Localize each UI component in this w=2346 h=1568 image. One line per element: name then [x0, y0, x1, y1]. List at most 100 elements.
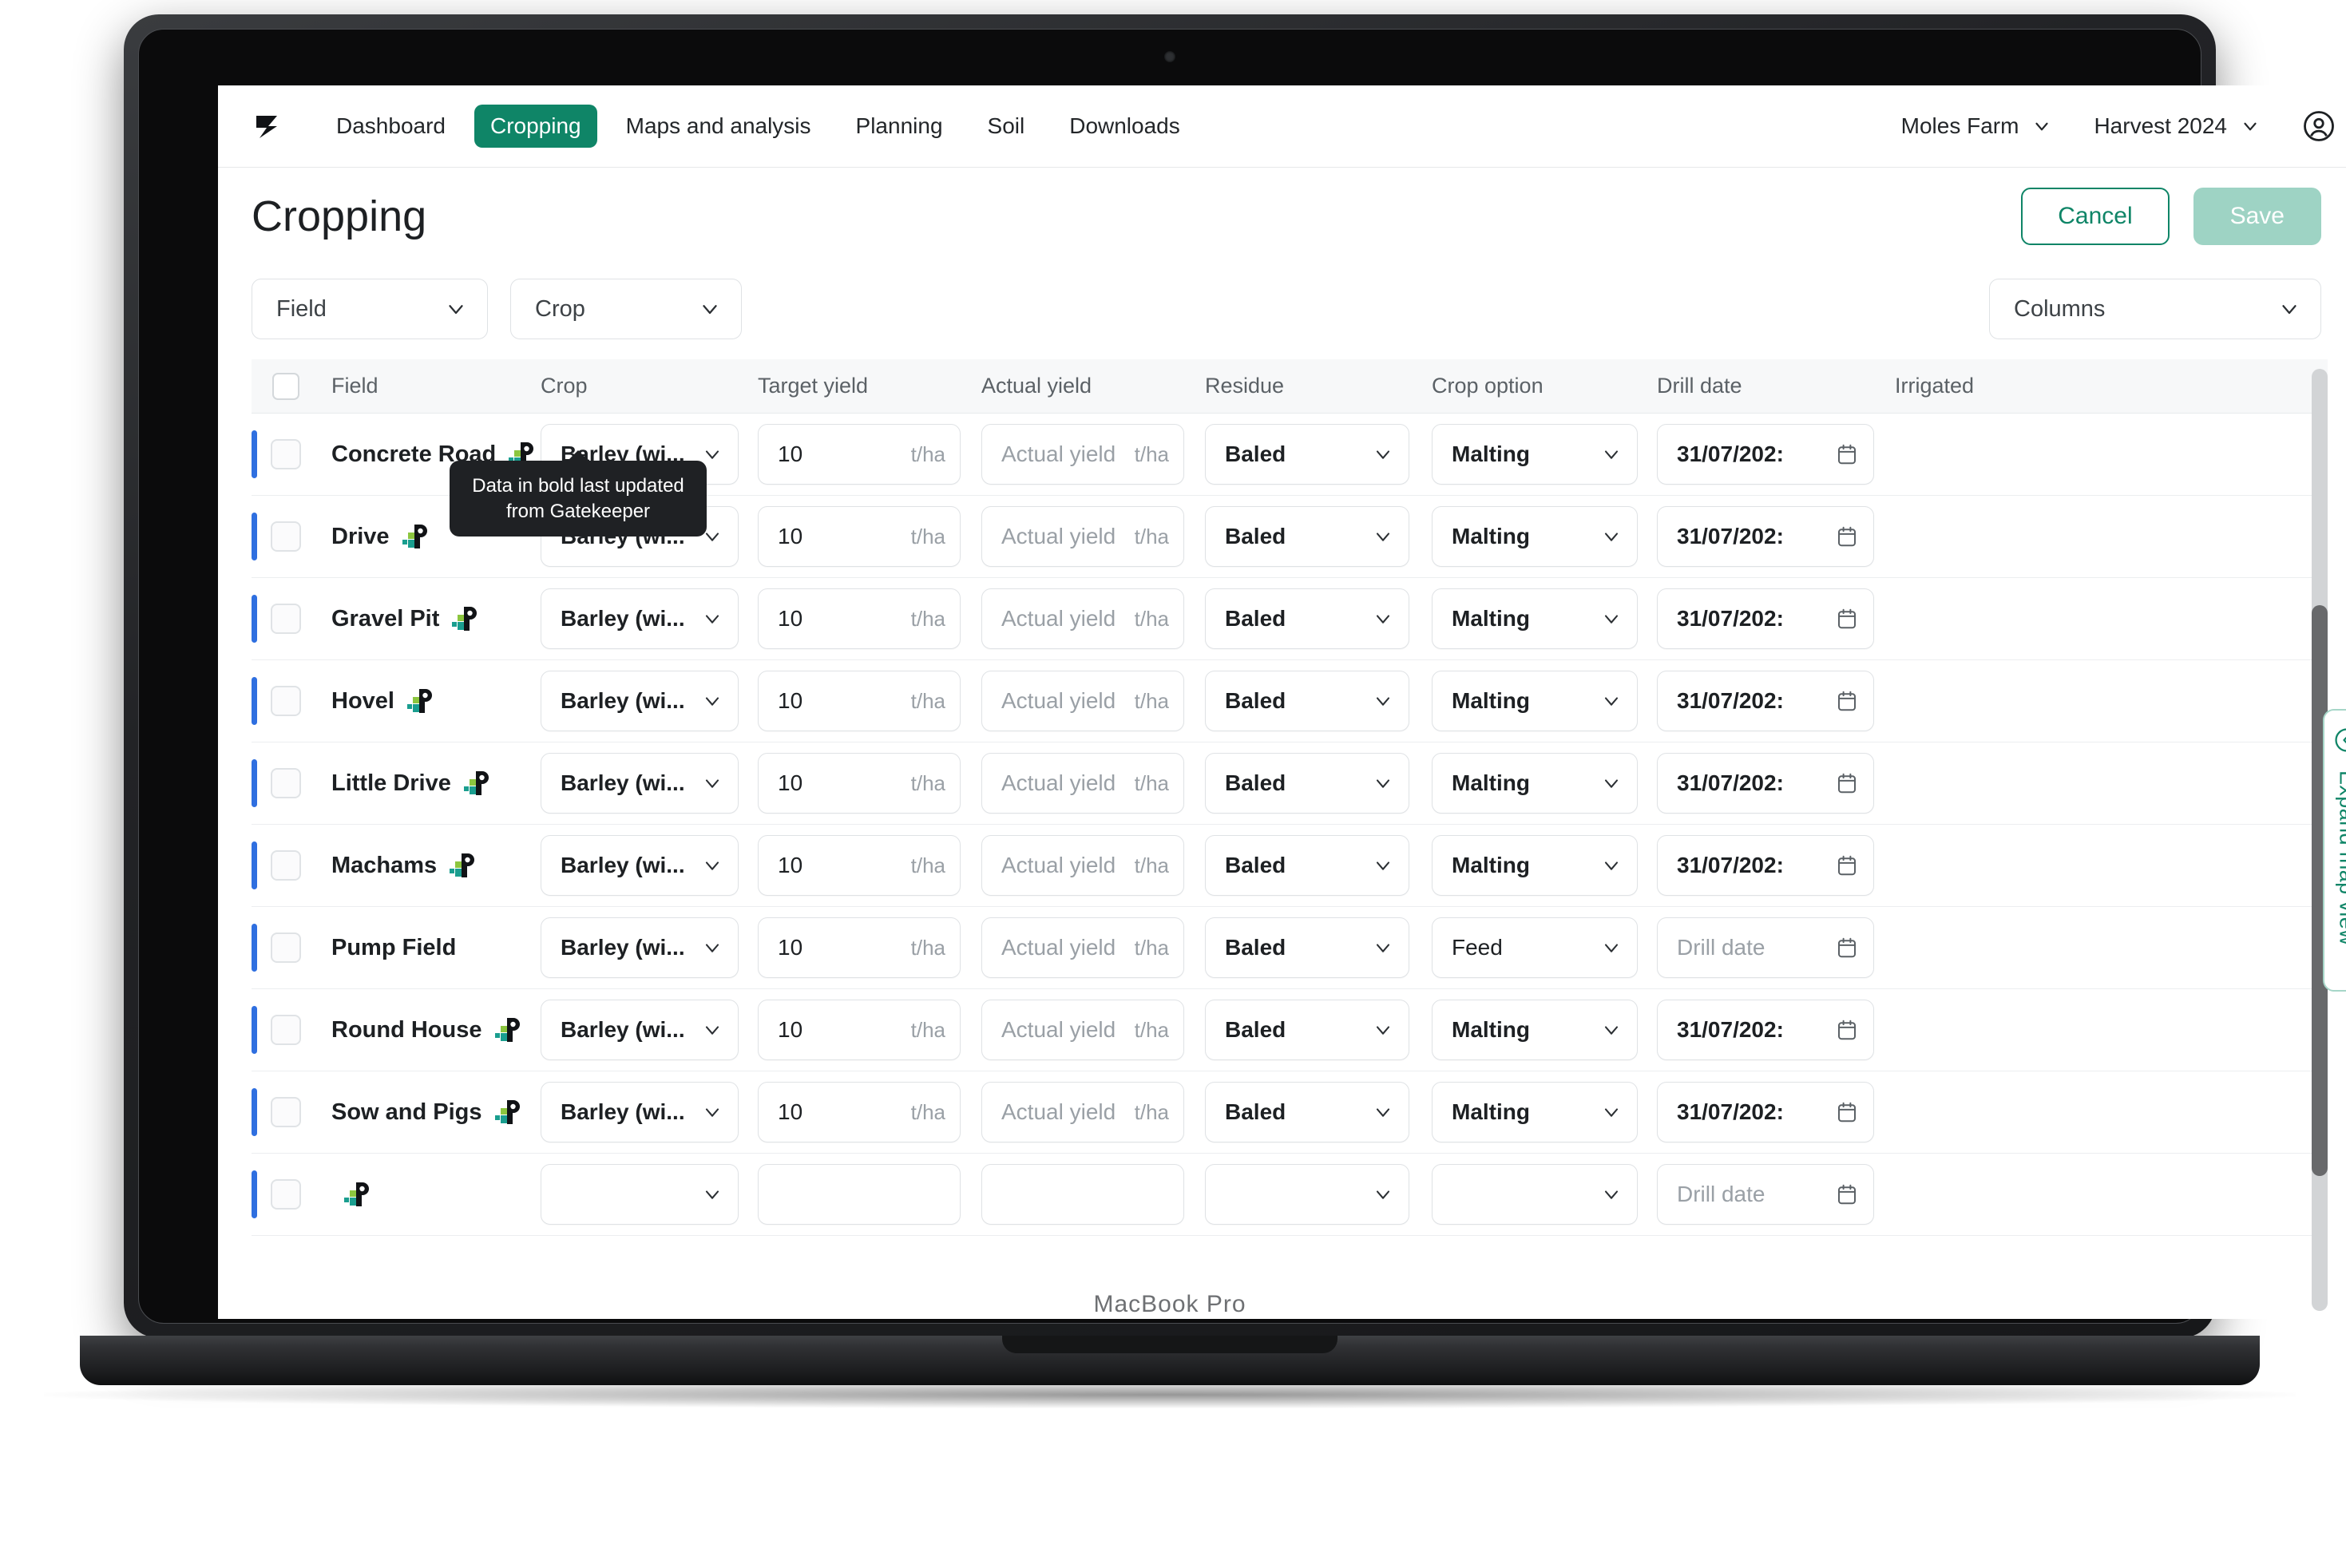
table-row[interactable]: Hovel Barley (wi... 10 t/ha Actual yield t/ha… — [252, 660, 2328, 742]
residue-select[interactable]: Baled — [1205, 588, 1409, 649]
nav-link-cropping[interactable]: Cropping — [474, 105, 597, 148]
actual-yield-input[interactable]: Actual yield t/ha — [981, 753, 1184, 814]
crop-select[interactable]: Barley (wi... — [541, 1000, 739, 1060]
column-header-residue[interactable]: Residue — [1205, 374, 1432, 398]
crop-select[interactable] — [541, 1164, 739, 1225]
actual-yield-input[interactable]: Actual yield t/ha — [981, 671, 1184, 731]
row-checkbox[interactable] — [271, 932, 301, 963]
residue-select[interactable]: Baled — [1205, 671, 1409, 731]
target-yield-input[interactable]: 10 t/ha — [758, 1082, 961, 1142]
residue-select[interactable]: Baled — [1205, 835, 1409, 896]
actual-yield-input[interactable]: Actual yield t/ha — [981, 917, 1184, 978]
calendar-icon[interactable] — [1835, 1018, 1859, 1042]
row-checkbox[interactable] — [271, 1179, 301, 1210]
residue-select[interactable]: Baled — [1205, 917, 1409, 978]
residue-select[interactable]: Baled — [1205, 753, 1409, 814]
user-avatar-icon[interactable] — [2302, 109, 2336, 143]
table-row[interactable]: Pump Field Barley (wi... 10 t/ha Actual yiel… — [252, 907, 2328, 989]
residue-select[interactable]: Baled — [1205, 1082, 1409, 1142]
calendar-icon[interactable] — [1835, 1182, 1859, 1206]
target-yield-input[interactable]: 10 t/ha — [758, 506, 961, 567]
actual-yield-input[interactable]: Actual yield t/ha — [981, 424, 1184, 485]
crop-option-select[interactable]: Malting — [1432, 835, 1638, 896]
target-yield-input[interactable]: 10 t/ha — [758, 753, 961, 814]
crop-option-select[interactable]: Malting — [1432, 1082, 1638, 1142]
table-row[interactable]: Round House Barley (wi... 10 t/ha Actual yie… — [252, 989, 2328, 1071]
crop-select[interactable]: Barley (wi... — [541, 753, 739, 814]
drill-date-input[interactable]: 31/07/202: — [1657, 588, 1874, 649]
column-header-irrigated[interactable]: Irrigated — [1895, 374, 2079, 398]
column-header-field[interactable]: Field — [320, 374, 541, 398]
residue-select[interactable]: Baled — [1205, 424, 1409, 485]
row-checkbox[interactable] — [271, 521, 301, 552]
crop-filter-dropdown[interactable]: Crop — [510, 279, 742, 339]
residue-select[interactable] — [1205, 1164, 1409, 1225]
calendar-icon[interactable] — [1835, 936, 1859, 960]
column-header-actual-yield[interactable]: Actual yield — [981, 374, 1205, 398]
expand-map-view-tab[interactable]: Expand map view — [2323, 709, 2346, 992]
actual-yield-input[interactable]: Actual yield t/ha — [981, 1082, 1184, 1142]
select-all-checkbox[interactable] — [272, 372, 299, 400]
nav-link-planning[interactable]: Planning — [840, 105, 959, 148]
calendar-icon[interactable] — [1835, 771, 1859, 795]
column-header-target-yield[interactable]: Target yield — [758, 374, 981, 398]
calendar-icon[interactable] — [1835, 525, 1859, 548]
table-row[interactable]: Gravel Pit Barley (wi... 10 t/ha Actual yiel… — [252, 578, 2328, 660]
target-yield-input[interactable]: 10 t/ha — [758, 424, 961, 485]
crop-select[interactable]: Barley (wi... — [541, 671, 739, 731]
column-header-crop-option[interactable]: Crop option — [1432, 374, 1657, 398]
nav-link-downloads[interactable]: Downloads — [1053, 105, 1196, 148]
crop-select[interactable]: Barley (wi... — [541, 588, 739, 649]
calendar-icon[interactable] — [1835, 689, 1859, 713]
actual-yield-input[interactable]: Actual yield t/ha — [981, 588, 1184, 649]
drill-date-input[interactable]: 31/07/202: — [1657, 1082, 1874, 1142]
save-button[interactable]: Save — [2193, 188, 2321, 245]
field-filter-dropdown[interactable]: Field — [252, 279, 488, 339]
calendar-icon[interactable] — [1835, 442, 1859, 466]
actual-yield-input[interactable] — [981, 1164, 1184, 1225]
crop-option-select[interactable]: Malting — [1432, 671, 1638, 731]
calendar-icon[interactable] — [1835, 853, 1859, 877]
target-yield-input[interactable] — [758, 1164, 961, 1225]
row-checkbox[interactable] — [271, 1015, 301, 1045]
cancel-button[interactable]: Cancel — [2021, 188, 2170, 245]
drill-date-input[interactable]: Drill date — [1657, 917, 1874, 978]
crop-option-select[interactable]: Malting — [1432, 424, 1638, 485]
row-checkbox[interactable] — [271, 686, 301, 716]
actual-yield-input[interactable]: Actual yield t/ha — [981, 506, 1184, 567]
target-yield-input[interactable]: 10 t/ha — [758, 1000, 961, 1060]
table-row[interactable]: Little Drive Barley (wi... 10 t/ha Actual yi… — [252, 742, 2328, 825]
target-yield-input[interactable]: 10 t/ha — [758, 588, 961, 649]
crop-option-select[interactable]: Malting — [1432, 588, 1638, 649]
crop-option-select[interactable]: Feed — [1432, 917, 1638, 978]
row-checkbox[interactable] — [271, 850, 301, 881]
row-checkbox[interactable] — [271, 1097, 301, 1127]
column-header-drill-date[interactable]: Drill date — [1657, 374, 1895, 398]
drill-date-input[interactable]: 31/07/202: — [1657, 424, 1874, 485]
crop-option-select[interactable]: Malting — [1432, 1000, 1638, 1060]
crop-option-select[interactable]: Malting — [1432, 753, 1638, 814]
drill-date-input[interactable]: 31/07/202: — [1657, 506, 1874, 567]
table-row[interactable]: Sow and Pigs Barley (wi... 10 t/ha Actual yi… — [252, 1071, 2328, 1154]
row-checkbox[interactable] — [271, 604, 301, 634]
crop-select[interactable]: Barley (wi... — [541, 835, 739, 896]
residue-select[interactable]: Baled — [1205, 506, 1409, 567]
drill-date-input[interactable]: 31/07/202: — [1657, 753, 1874, 814]
drill-date-input[interactable]: 31/07/202: — [1657, 1000, 1874, 1060]
table-row[interactable]: Machams Barley (wi... 10 t/ha Actual yield t/… — [252, 825, 2328, 907]
calendar-icon[interactable] — [1835, 607, 1859, 631]
row-checkbox[interactable] — [271, 768, 301, 798]
drill-date-input[interactable]: Drill date — [1657, 1164, 1874, 1225]
nav-link-soil[interactable]: Soil — [972, 105, 1041, 148]
drill-date-input[interactable]: 31/07/202: — [1657, 835, 1874, 896]
target-yield-input[interactable]: 10 t/ha — [758, 835, 961, 896]
residue-select[interactable]: Baled — [1205, 1000, 1409, 1060]
table-row[interactable]: Drill date — [252, 1154, 2328, 1236]
nav-link-maps-and-analysis[interactable]: Maps and analysis — [610, 105, 827, 148]
nav-link-dashboard[interactable]: Dashboard — [320, 105, 462, 148]
season-selector[interactable]: Harvest 2024 — [2094, 113, 2261, 139]
crop-option-select[interactable]: Malting — [1432, 506, 1638, 567]
target-yield-input[interactable]: 10 t/ha — [758, 671, 961, 731]
row-checkbox[interactable] — [271, 439, 301, 469]
crop-select[interactable]: Barley (wi... — [541, 1082, 739, 1142]
